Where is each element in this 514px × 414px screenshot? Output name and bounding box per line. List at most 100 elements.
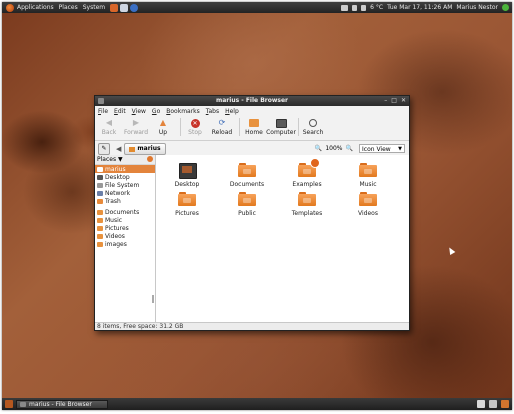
search-button[interactable]: Search: [301, 118, 325, 136]
reload-button[interactable]: ⟳ Reload: [210, 118, 234, 136]
path-crumb-button[interactable]: marius: [124, 143, 166, 155]
help-launcher-icon[interactable]: [130, 3, 139, 12]
menu-bookmarks[interactable]: Bookmarks: [166, 108, 200, 115]
user-switcher[interactable]: Marius Nestor: [456, 4, 498, 11]
window-menu-icon[interactable]: [98, 98, 104, 104]
forward-arrow-icon: ▶: [132, 118, 140, 127]
menubar: File Edit View Go Bookmarks Tabs Help: [95, 106, 409, 116]
file-item-documents[interactable]: Documents: [227, 163, 267, 188]
ubuntu-logo-icon[interactable]: [6, 3, 14, 12]
home-button[interactable]: Home: [242, 118, 266, 136]
menu-tabs[interactable]: Tabs: [206, 108, 219, 115]
places-menu[interactable]: Places: [59, 4, 78, 11]
reload-icon: ⟳: [218, 118, 226, 127]
home-folder-icon: [97, 166, 103, 172]
trash-applet-icon[interactable]: [501, 400, 509, 408]
up-button[interactable]: ▲ Up: [151, 118, 175, 136]
sidebar-item-file-system[interactable]: File System: [95, 181, 155, 189]
file-item-music[interactable]: Music: [348, 163, 388, 188]
clock[interactable]: Tue Mar 17, 11:26 AM: [387, 4, 452, 11]
content-area: Places ▼ marius Desktop File System Netw…: [95, 155, 409, 322]
forward-button[interactable]: ▶ Forward: [124, 118, 148, 136]
maximize-icon[interactable]: □: [391, 96, 397, 106]
sidebar-header[interactable]: Places ▼: [95, 155, 155, 165]
bottom-panel: marius - File Browser: [2, 398, 512, 410]
menu-file[interactable]: File: [98, 108, 108, 115]
zoom-in-icon[interactable]: 🔍: [346, 145, 353, 152]
places-sidebar: Places ▼ marius Desktop File System Netw…: [95, 155, 156, 322]
volume-icon[interactable]: [361, 4, 367, 11]
stop-icon: ✕: [190, 118, 200, 128]
workspace-icon[interactable]: [489, 400, 497, 408]
file-item-templates[interactable]: Templates: [287, 192, 327, 217]
stop-button[interactable]: ✕ Stop: [183, 118, 207, 136]
folder-icon: [238, 192, 256, 206]
sidebar-item-trash[interactable]: Trash: [95, 197, 155, 205]
file-item-pictures[interactable]: Pictures: [167, 192, 207, 217]
folder-icon: [97, 241, 103, 247]
sidebar-item-music[interactable]: Music: [95, 216, 155, 224]
firefox-launcher-icon[interactable]: [110, 3, 119, 12]
battery-icon[interactable]: [352, 4, 358, 11]
network-manager-icon[interactable]: [341, 4, 349, 11]
menu-view[interactable]: View: [132, 108, 146, 115]
menu-help[interactable]: Help: [225, 108, 239, 115]
search-icon: [308, 118, 319, 128]
taskbar-item-file-browser[interactable]: marius - File Browser: [16, 399, 108, 409]
email-launcher-icon[interactable]: [120, 3, 129, 12]
folder-icon: [97, 209, 103, 215]
folder-icon: [359, 192, 377, 206]
window-titlebar[interactable]: marius - File Browser – □ ✕: [95, 96, 409, 106]
sidebar-close-icon[interactable]: [147, 156, 153, 162]
sidebar-item-images[interactable]: images: [95, 240, 155, 248]
system-menu[interactable]: System: [83, 4, 105, 11]
desktop: Applications Places System 6 °C Tue Mar …: [2, 2, 512, 410]
computer-button[interactable]: Computer: [266, 118, 296, 136]
file-icon-view[interactable]: Desktop Documents Examples Music Picture…: [156, 155, 409, 322]
toolbar-separator: [298, 118, 299, 136]
file-browser-window: marius - File Browser – □ ✕ File Edit Vi…: [94, 95, 410, 331]
minimize-icon[interactable]: –: [384, 96, 387, 106]
drive-icon: [97, 182, 103, 188]
applications-menu[interactable]: Applications: [17, 4, 54, 11]
view-mode-select[interactable]: Icon View ▼: [359, 144, 405, 153]
up-arrow-icon: ▲: [159, 118, 167, 127]
weather-readout[interactable]: 6 °C: [370, 4, 383, 11]
menu-edit[interactable]: Edit: [114, 108, 126, 115]
folder-icon: [238, 163, 256, 177]
back-button[interactable]: ◀ Back: [97, 118, 121, 136]
show-desktop-icon[interactable]: [5, 400, 13, 408]
menu-go[interactable]: Go: [152, 108, 160, 115]
location-toggle-button[interactable]: ✎: [98, 143, 110, 155]
network-icon: [97, 190, 103, 196]
toolbar-separator: [180, 118, 181, 136]
workspace-switcher-icon[interactable]: [477, 400, 485, 408]
toolbar-separator: [239, 118, 240, 136]
file-item-public[interactable]: Public: [227, 192, 267, 217]
file-item-videos[interactable]: Videos: [348, 192, 388, 217]
trash-icon: [97, 198, 103, 204]
mouse-pointer-icon: [446, 245, 456, 256]
sidebar-item-network[interactable]: Network: [95, 189, 155, 197]
folder-icon: [298, 158, 320, 177]
desktop-icon: [97, 174, 103, 180]
folder-icon: [359, 163, 377, 177]
zoom-level[interactable]: 100%: [325, 145, 342, 152]
sidebar-item-pictures[interactable]: Pictures: [95, 224, 155, 232]
file-item-desktop[interactable]: Desktop: [167, 163, 207, 188]
sidebar-item-desktop[interactable]: Desktop: [95, 173, 155, 181]
sidebar-item-documents[interactable]: Documents: [95, 208, 155, 216]
computer-icon: [275, 118, 287, 128]
zoom-out-icon[interactable]: 🔍: [315, 145, 322, 152]
chevron-down-icon: ▼: [398, 146, 402, 152]
close-icon[interactable]: ✕: [401, 96, 406, 106]
status-online-icon[interactable]: [502, 4, 509, 11]
window-title: marius - File Browser: [216, 97, 288, 104]
sidebar-item-videos[interactable]: Videos: [95, 232, 155, 240]
sidebar-resize-handle[interactable]: [152, 295, 154, 303]
sidebar-item-marius[interactable]: marius: [95, 165, 155, 173]
file-browser-icon: [20, 401, 26, 407]
file-item-examples[interactable]: Examples: [287, 158, 327, 188]
path-scroll-left-icon[interactable]: ◀: [116, 145, 121, 153]
folder-icon: [298, 192, 316, 206]
